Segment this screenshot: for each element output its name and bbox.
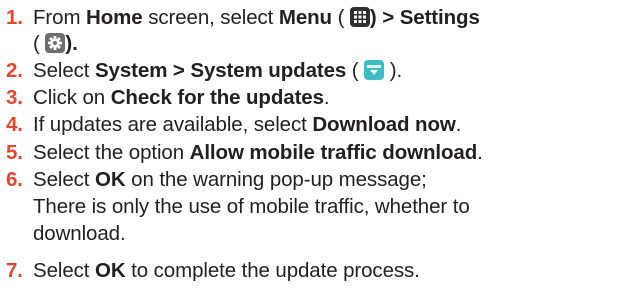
step-number: 5. (6, 141, 23, 164)
step-6-continued: download. (0, 220, 126, 248)
step-bold-text: ) > Settings (369, 6, 480, 29)
step-1-continued: ( ). (0, 30, 78, 58)
step-bold-text: Home (86, 6, 143, 29)
instruction-steps: 1. From Home screen, select Menu ( ) > Se… (0, 0, 627, 304)
step-text: . (323, 86, 330, 109)
step-bold-text: System > System updates (94, 59, 347, 82)
step-text: If updates are available, select (33, 113, 313, 136)
gear-icon (45, 33, 66, 53)
step-text: screen, select (142, 6, 279, 29)
step-bold-text: Download now (312, 113, 456, 136)
step-bold-text: Allow mobile traffic download (189, 141, 478, 164)
step-number: 6. (6, 168, 23, 191)
step-text: . (477, 141, 483, 164)
step-text: Click on (33, 86, 111, 109)
step-2: 2. Select System > System updates ( ). (0, 57, 402, 85)
step-text: download. (33, 222, 126, 245)
step-text: Select (33, 168, 95, 191)
step-bold-text: OK (94, 259, 126, 282)
step-number: 7. (6, 259, 23, 282)
step-text: ( (33, 32, 40, 55)
step-4: 4. If updates are available, select Downl… (0, 111, 461, 139)
step-number: 1. (6, 6, 23, 29)
step-text: to complete the update process. (125, 259, 420, 282)
step-6-continued: There is only the use of mobile traffic,… (0, 193, 470, 221)
step-number: 2. (6, 59, 23, 82)
step-6: 6. Select OK on the warning pop-up messag… (0, 166, 427, 194)
menu-grid-icon (349, 7, 370, 27)
step-bold-text: ). (65, 32, 78, 55)
step-text: on the warning pop-up message; (125, 168, 427, 191)
step-text: ). (384, 59, 403, 82)
step-3: 3. Click on Check for the updates. (0, 84, 330, 112)
step-text: ( (331, 6, 350, 29)
step-number: 4. (6, 113, 23, 136)
step-text: ( (346, 59, 365, 82)
step-text: From (33, 6, 87, 29)
step-1: 1. From Home screen, select Menu ( ) > Se… (0, 4, 480, 32)
step-bold-text: Check for the updates (110, 86, 324, 109)
step-bold-text: Menu (278, 6, 332, 29)
step-text: Select the option (33, 141, 190, 164)
system-update-icon (364, 60, 385, 80)
step-5: 5. Select the option Allow mobile traffic… (0, 139, 483, 167)
step-number: 3. (6, 86, 23, 109)
step-bold-text: OK (94, 168, 126, 191)
step-text: There is only the use of mobile traffic,… (33, 195, 470, 218)
step-text: . (455, 113, 462, 136)
step-text: Select (33, 59, 95, 82)
step-text: Select (33, 259, 95, 282)
step-7: 7. Select OK to complete the update proce… (0, 257, 420, 285)
